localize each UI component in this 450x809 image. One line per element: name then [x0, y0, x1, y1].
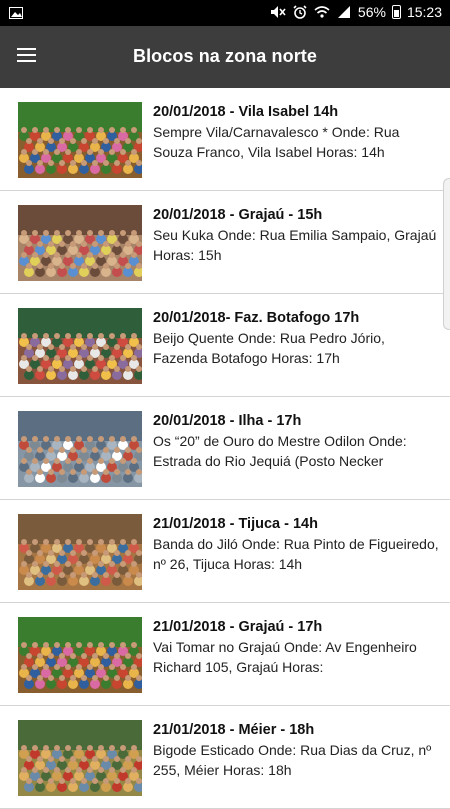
list-item[interactable]: 20/01/2018 - Ilha - 17h Os “20” de Ouro d…: [0, 397, 450, 500]
item-description: Seu Kuka Onde: Rua Emilia Sampaio, Graja…: [153, 227, 437, 263]
scroll-handle[interactable]: [443, 178, 450, 330]
item-text: 21/01/2018 - Tijuca - 14h Banda do Jiló O…: [153, 515, 440, 574]
signal-icon: [336, 4, 352, 20]
item-text: 20/01/2018 - Grajaú - 15h Seu Kuka Onde: …: [153, 206, 440, 265]
battery-percent: 56%: [357, 4, 386, 20]
page-title: Blocos na zona norte: [132, 46, 318, 66]
item-text: 21/01/2018 - Grajaú - 17h Vai Tomar no Gr…: [153, 618, 440, 677]
item-text: 20/01/2018 - Vila Isabel 14h Sempre Vila/…: [153, 103, 440, 162]
item-title: 21/01/2018 - Grajaú - 17h: [153, 619, 323, 635]
item-text: 21/01/2018 - Méier - 18h Bigode Esticado …: [153, 721, 440, 780]
list-item[interactable]: 21/01/2018 - Méier - 18h Bigode Esticado …: [0, 706, 450, 809]
item-description: Os “20” de Ouro do Mestre Odilon Onde: E…: [153, 433, 407, 469]
blocos-list: 20/01/2018 - Vila Isabel 14h Sempre Vila/…: [0, 88, 450, 809]
item-title: 20/01/2018- Faz. Botafogo 17h: [153, 310, 360, 326]
clock: 15:23: [406, 4, 442, 20]
list-item[interactable]: 20/01/2018 - Vila Isabel 14h Sempre Vila/…: [0, 88, 450, 191]
battery-icon: [391, 5, 401, 19]
event-photo: [18, 411, 142, 487]
item-title: 20/01/2018 - Vila Isabel 14h: [153, 104, 339, 120]
item-text: 20/01/2018- Faz. Botafogo 17h Beijo Quent…: [153, 309, 440, 368]
item-description: Sempre Vila/Carnavalesco * Onde: Rua Sou…: [153, 124, 400, 160]
event-photo: [18, 205, 142, 281]
image-icon: [8, 5, 24, 21]
event-photo: [18, 720, 142, 796]
mute-icon: [270, 4, 286, 20]
list-item[interactable]: 20/01/2018- Faz. Botafogo 17h Beijo Quent…: [0, 294, 450, 397]
item-text: 20/01/2018 - Ilha - 17h Os “20” de Ouro d…: [153, 412, 440, 471]
item-title: 21/01/2018 - Tijuca - 14h: [153, 516, 318, 532]
item-title: 20/01/2018 - Grajaú - 15h: [153, 207, 323, 223]
list-item[interactable]: 21/01/2018 - Grajaú - 17h Vai Tomar no Gr…: [0, 603, 450, 706]
event-photo: [18, 514, 142, 590]
app-bar: Blocos na zona norte: [0, 26, 450, 88]
item-title: 20/01/2018 - Ilha - 17h: [153, 413, 302, 429]
item-description: Vai Tomar no Grajaú Onde: Av Engenheiro …: [153, 639, 417, 675]
item-description: Banda do Jiló Onde: Rua Pinto de Figueir…: [153, 536, 439, 572]
item-description: Beijo Quente Onde: Rua Pedro Jório, Faze…: [153, 330, 385, 366]
alarm-icon: [292, 4, 308, 20]
event-photo: [18, 308, 142, 384]
item-title: 21/01/2018 - Méier - 18h: [153, 722, 315, 738]
event-photo: [18, 617, 142, 693]
wifi-icon: [314, 4, 330, 20]
status-bar: 56% 15:23: [0, 0, 450, 26]
list-item[interactable]: 21/01/2018 - Tijuca - 14h Banda do Jiló O…: [0, 500, 450, 603]
item-description: Bigode Esticado Onde: Rua Dias da Cruz, …: [153, 742, 432, 778]
list-item[interactable]: 20/01/2018 - Grajaú - 15h Seu Kuka Onde: …: [0, 191, 450, 294]
event-photo: [18, 102, 142, 178]
